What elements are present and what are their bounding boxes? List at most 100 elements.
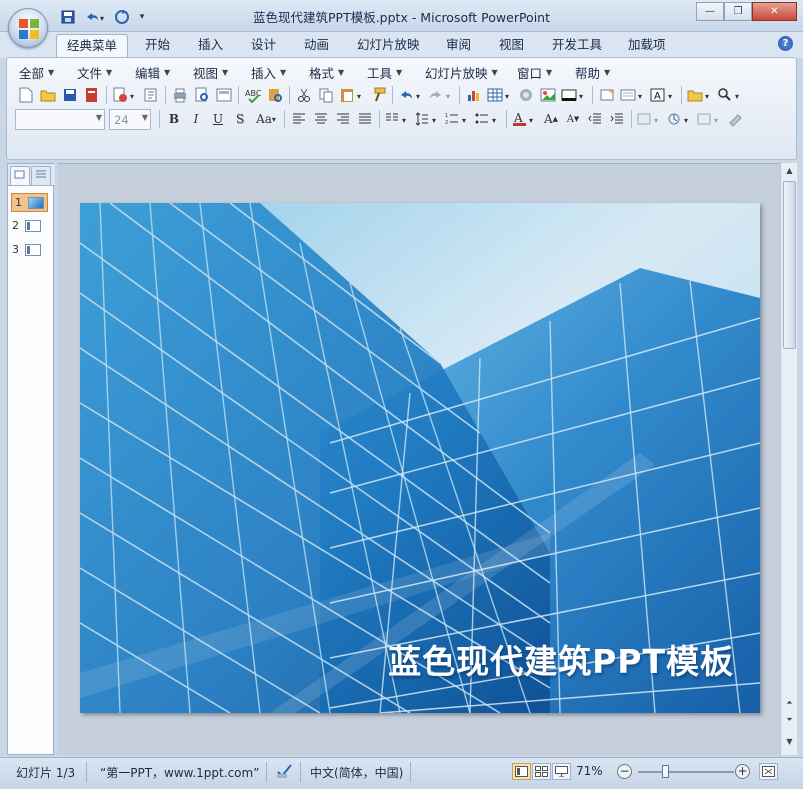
transition-icon[interactable]: ▾ xyxy=(695,109,725,129)
previous-slide-icon[interactable]: ⏶ xyxy=(783,698,796,710)
font-color-icon[interactable]: A ▾ xyxy=(510,109,540,129)
zoom-in-button[interactable]: + xyxy=(735,764,750,779)
scroll-up-icon[interactable]: ▲ xyxy=(783,166,796,178)
zoom-out-button[interactable]: − xyxy=(617,764,632,779)
slide-thumbnail-1[interactable]: 1 xyxy=(11,193,48,212)
decrease-indent-icon[interactable] xyxy=(584,109,606,129)
help-icon[interactable]: ? xyxy=(778,36,793,51)
fit-to-window-button[interactable] xyxy=(759,763,778,780)
theme-name[interactable]: “第一PPT，www.1ppt.com” xyxy=(100,764,259,781)
zoom-level[interactable]: 71% xyxy=(576,764,603,778)
copy-icon[interactable] xyxy=(315,85,337,105)
columns-icon[interactable]: ▾ xyxy=(383,109,413,129)
menu-slide-show[interactable]: 幻灯片放映 ▼ xyxy=(419,62,511,82)
format-painter-icon[interactable] xyxy=(367,85,389,105)
spelling-icon[interactable]: ABC xyxy=(242,85,264,105)
print-preview-icon[interactable] xyxy=(191,85,213,105)
underline-button[interactable]: U xyxy=(207,109,229,129)
animation-icon[interactable]: ▾ xyxy=(665,109,695,129)
scrollbar-thumb[interactable] xyxy=(783,181,796,349)
increase-indent-icon[interactable] xyxy=(606,109,628,129)
shape-fill-icon[interactable]: ▾ xyxy=(559,85,589,105)
print-icon[interactable] xyxy=(169,85,191,105)
research-icon[interactable] xyxy=(264,85,286,105)
undo-icon[interactable]: ▾ xyxy=(396,85,426,105)
open-folder-icon[interactable] xyxy=(37,85,59,105)
change-case-button[interactable]: Aa ▾ xyxy=(251,109,281,129)
menu-file[interactable]: 文件 ▼ xyxy=(71,62,129,82)
tab-animations[interactable]: 动画 xyxy=(294,34,339,58)
slide-layout-icon[interactable] xyxy=(213,85,235,105)
tab-view[interactable]: 视图 xyxy=(489,34,534,58)
font-size-combo[interactable]: 24 ▼ xyxy=(109,108,151,130)
new-slide-icon[interactable]: ✦ xyxy=(596,85,618,105)
redo-icon[interactable]: ▾ xyxy=(426,85,456,105)
tab-outline[interactable] xyxy=(31,166,51,185)
tab-classic-menu[interactable]: 经典菜单 xyxy=(56,34,129,58)
menu-all[interactable]: 全部 ▼ xyxy=(13,62,71,82)
normal-view-button[interactable] xyxy=(512,763,531,780)
menu-view[interactable]: 视图 ▼ xyxy=(187,62,245,82)
spell-check-icon[interactable] xyxy=(276,762,294,783)
menu-window[interactable]: 窗口 ▼ xyxy=(511,62,569,82)
maximize-button[interactable]: ❐ xyxy=(724,2,752,21)
scroll-down-icon[interactable]: ▼ xyxy=(783,737,796,749)
shrink-font-button[interactable]: A ▼ xyxy=(562,109,584,129)
menu-insert[interactable]: 插入 ▼ xyxy=(245,62,303,82)
align-center-icon[interactable] xyxy=(310,109,332,129)
minimize-button[interactable]: — xyxy=(696,2,724,21)
tab-insert[interactable]: 插入 xyxy=(188,34,233,58)
clip-art-icon[interactable] xyxy=(515,85,537,105)
paste-icon[interactable]: ▾ xyxy=(337,85,367,105)
align-left-icon[interactable] xyxy=(288,109,310,129)
design-icon[interactable]: ▾ xyxy=(635,109,665,129)
slide-thumbnail-2[interactable]: 2 xyxy=(12,219,41,232)
zoom-slider-thumb[interactable] xyxy=(662,765,669,778)
language[interactable]: 中文(简体，中国) xyxy=(310,764,403,781)
line-spacing-icon[interactable]: ▾ xyxy=(413,109,443,129)
shadow-button[interactable]: S xyxy=(229,109,251,129)
slide-show-button[interactable] xyxy=(552,763,571,780)
tab-design[interactable]: 设计 xyxy=(241,34,286,58)
tab-developer[interactable]: 开发工具 xyxy=(542,34,612,58)
tab-slide-show[interactable]: 幻灯片放映 xyxy=(347,34,430,58)
slide-sorter-button[interactable] xyxy=(532,763,551,780)
zoom-slider-track[interactable] xyxy=(638,771,734,773)
text-box-icon[interactable]: A ▾ xyxy=(648,85,678,105)
publish-icon[interactable] xyxy=(81,85,103,105)
tab-addins[interactable]: 加载项 xyxy=(618,34,676,58)
picture-icon[interactable] xyxy=(537,85,559,105)
bullets-icon[interactable]: ▾ xyxy=(473,109,503,129)
slide-title[interactable]: 蓝色现代建筑PPT模板 xyxy=(388,635,734,683)
office-button[interactable] xyxy=(8,8,48,48)
vertical-scrollbar[interactable]: ▲ ⏶ ⏷ ▼ xyxy=(780,163,797,755)
tab-slides[interactable] xyxy=(10,166,30,185)
menu-help[interactable]: 帮助 ▼ xyxy=(569,62,627,82)
menu-format[interactable]: 格式 ▼ xyxy=(303,62,361,82)
grow-font-button[interactable]: A ▲ xyxy=(540,109,562,129)
zoom-search-icon[interactable]: ▾ xyxy=(715,85,745,105)
tab-home[interactable]: 开始 xyxy=(135,34,180,58)
current-slide[interactable]: 蓝色现代建筑PPT模板 xyxy=(80,203,760,713)
new-document-icon[interactable] xyxy=(15,85,37,105)
cut-icon[interactable] xyxy=(293,85,315,105)
menu-tools[interactable]: 工具 ▼ xyxy=(361,62,419,82)
tab-review[interactable]: 审阅 xyxy=(436,34,481,58)
align-right-icon[interactable] xyxy=(332,109,354,129)
font-name-combo[interactable]: ▼ xyxy=(15,108,105,130)
more-tools-icon[interactable] xyxy=(725,109,747,129)
menu-edit[interactable]: 编辑 ▼ xyxy=(129,62,187,82)
insert-chart-icon[interactable] xyxy=(463,85,485,105)
folder-icon[interactable]: ▾ xyxy=(685,85,715,105)
permission-icon[interactable]: ▾ xyxy=(110,85,140,105)
italic-button[interactable]: I xyxy=(185,109,207,129)
insert-table-icon[interactable]: ▾ xyxy=(485,85,515,105)
justify-icon[interactable] xyxy=(354,109,376,129)
attach-icon[interactable] xyxy=(140,85,162,105)
layout-icon[interactable]: ▾ xyxy=(618,85,648,105)
next-slide-icon[interactable]: ⏷ xyxy=(783,715,796,727)
close-button[interactable]: ✕ xyxy=(752,2,797,21)
slide-thumbnail-3[interactable]: 3 xyxy=(12,243,41,256)
numbering-icon[interactable]: 1 2 ▾ xyxy=(443,109,473,129)
save-icon[interactable] xyxy=(59,85,81,105)
